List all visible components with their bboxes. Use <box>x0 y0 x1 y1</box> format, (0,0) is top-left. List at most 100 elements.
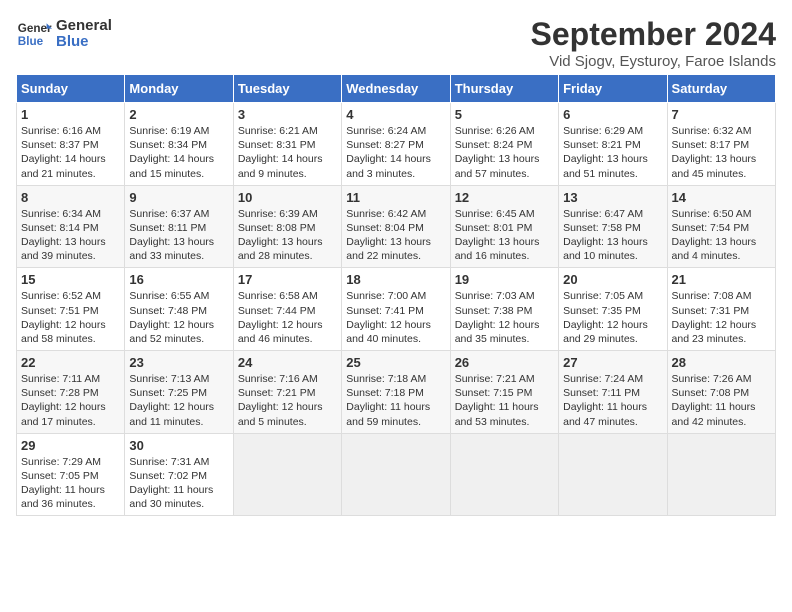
calendar-cell: 20Sunrise: 7:05 AM Sunset: 7:35 PM Dayli… <box>559 268 667 351</box>
col-header-wednesday: Wednesday <box>342 75 450 103</box>
calendar-body: 1 Sunrise: 6:16 AM Sunset: 8:37 PM Daylig… <box>17 103 776 516</box>
calendar-cell: 23Sunrise: 7:13 AM Sunset: 7:25 PM Dayli… <box>125 351 233 434</box>
day-number: 15 <box>21 272 120 287</box>
day-number: 16 <box>129 272 228 287</box>
day-number: 30 <box>129 438 228 453</box>
calendar-cell: 25 Sunrise: 7:18 AM Sunset: 7:18 PM Dayli… <box>342 351 450 434</box>
day-info: Sunrise: 6:26 AM Sunset: 8:24 PM Dayligh… <box>455 124 554 181</box>
day-info: Sunrise: 7:13 AM Sunset: 7:25 PM Dayligh… <box>129 372 228 429</box>
calendar-cell: 18Sunrise: 7:00 AM Sunset: 7:41 PM Dayli… <box>342 268 450 351</box>
day-number: 27 <box>563 355 662 370</box>
calendar-cell <box>559 433 667 516</box>
calendar-cell <box>233 433 341 516</box>
day-info: Sunrise: 7:11 AM Sunset: 7:28 PM Dayligh… <box>21 372 120 429</box>
calendar-cell <box>342 433 450 516</box>
day-info: Sunrise: 7:16 AM Sunset: 7:21 PM Dayligh… <box>238 372 337 429</box>
col-header-tuesday: Tuesday <box>233 75 341 103</box>
calendar-cell: 22 Sunrise: 7:11 AM Sunset: 7:28 PM Dayli… <box>17 351 125 434</box>
day-number: 8 <box>21 190 120 205</box>
day-info: Sunrise: 6:24 AM Sunset: 8:27 PM Dayligh… <box>346 124 445 181</box>
day-number: 14 <box>672 190 771 205</box>
day-number: 19 <box>455 272 554 287</box>
calendar-cell: 15Sunrise: 6:52 AM Sunset: 7:51 PM Dayli… <box>17 268 125 351</box>
calendar-cell: 2 Sunrise: 6:19 AM Sunset: 8:34 PM Daylig… <box>125 103 233 186</box>
day-info: Sunrise: 7:24 AM Sunset: 7:11 PM Dayligh… <box>563 372 662 429</box>
calendar-cell: 26 Sunrise: 7:21 AM Sunset: 7:15 PM Dayli… <box>450 351 558 434</box>
calendar-table: SundayMondayTuesdayWednesdayThursdayFrid… <box>16 74 776 516</box>
calendar-cell: 9 Sunrise: 6:37 AM Sunset: 8:11 PM Daylig… <box>125 185 233 268</box>
title-block: September 2024 Vid Sjogv, Eysturoy, Faro… <box>531 16 776 70</box>
logo: General Blue General Blue <box>16 16 112 52</box>
day-number: 6 <box>563 107 662 122</box>
day-number: 17 <box>238 272 337 287</box>
day-number: 3 <box>238 107 337 122</box>
day-number: 1 <box>21 107 120 122</box>
svg-text:Blue: Blue <box>18 35 44 48</box>
day-number: 10 <box>238 190 337 205</box>
day-number: 24 <box>238 355 337 370</box>
day-info: Sunrise: 6:21 AM Sunset: 8:31 PM Dayligh… <box>238 124 337 181</box>
day-info: Sunrise: 6:16 AM Sunset: 8:37 PM Dayligh… <box>21 124 120 181</box>
calendar-cell: 6 Sunrise: 6:29 AM Sunset: 8:21 PM Daylig… <box>559 103 667 186</box>
calendar-cell: 7 Sunrise: 6:32 AM Sunset: 8:17 PM Daylig… <box>667 103 775 186</box>
day-number: 22 <box>21 355 120 370</box>
calendar-cell: 30 Sunrise: 7:31 AM Sunset: 7:02 PM Dayli… <box>125 433 233 516</box>
calendar-cell <box>667 433 775 516</box>
day-info: Sunrise: 6:34 AM Sunset: 8:14 PM Dayligh… <box>21 207 120 264</box>
col-header-monday: Monday <box>125 75 233 103</box>
day-info: Sunrise: 6:37 AM Sunset: 8:11 PM Dayligh… <box>129 207 228 264</box>
logo-icon: General Blue <box>16 16 52 52</box>
calendar-cell: 3 Sunrise: 6:21 AM Sunset: 8:31 PM Daylig… <box>233 103 341 186</box>
col-header-thursday: Thursday <box>450 75 558 103</box>
calendar-cell: 27 Sunrise: 7:24 AM Sunset: 7:11 PM Dayli… <box>559 351 667 434</box>
day-info: Sunrise: 7:29 AM Sunset: 7:05 PM Dayligh… <box>21 455 120 512</box>
calendar-cell: 5 Sunrise: 6:26 AM Sunset: 8:24 PM Daylig… <box>450 103 558 186</box>
logo-general: General <box>56 18 112 35</box>
col-header-saturday: Saturday <box>667 75 775 103</box>
calendar-cell: 13 Sunrise: 6:47 AM Sunset: 7:58 PM Dayli… <box>559 185 667 268</box>
col-header-friday: Friday <box>559 75 667 103</box>
day-number: 18 <box>346 272 445 287</box>
calendar-cell: 12 Sunrise: 6:45 AM Sunset: 8:01 PM Dayli… <box>450 185 558 268</box>
calendar-cell: 28Sunrise: 7:26 AM Sunset: 7:08 PM Dayli… <box>667 351 775 434</box>
logo-blue: Blue <box>56 34 112 51</box>
day-info: Sunrise: 6:47 AM Sunset: 7:58 PM Dayligh… <box>563 207 662 264</box>
day-number: 9 <box>129 190 228 205</box>
week-row-4: 22 Sunrise: 7:11 AM Sunset: 7:28 PM Dayli… <box>17 351 776 434</box>
calendar-cell: 29Sunrise: 7:29 AM Sunset: 7:05 PM Dayli… <box>17 433 125 516</box>
day-info: Sunrise: 7:18 AM Sunset: 7:18 PM Dayligh… <box>346 372 445 429</box>
calendar-cell: 8 Sunrise: 6:34 AM Sunset: 8:14 PM Daylig… <box>17 185 125 268</box>
page-title: September 2024 <box>531 16 776 53</box>
calendar-cell: 1 Sunrise: 6:16 AM Sunset: 8:37 PM Daylig… <box>17 103 125 186</box>
day-info: Sunrise: 6:58 AM Sunset: 7:44 PM Dayligh… <box>238 289 337 346</box>
day-number: 7 <box>672 107 771 122</box>
day-number: 20 <box>563 272 662 287</box>
day-number: 25 <box>346 355 445 370</box>
calendar-cell: 16 Sunrise: 6:55 AM Sunset: 7:48 PM Dayli… <box>125 268 233 351</box>
day-number: 12 <box>455 190 554 205</box>
day-info: Sunrise: 7:21 AM Sunset: 7:15 PM Dayligh… <box>455 372 554 429</box>
day-info: Sunrise: 6:29 AM Sunset: 8:21 PM Dayligh… <box>563 124 662 181</box>
calendar-cell: 14Sunrise: 6:50 AM Sunset: 7:54 PM Dayli… <box>667 185 775 268</box>
day-info: Sunrise: 7:26 AM Sunset: 7:08 PM Dayligh… <box>672 372 771 429</box>
calendar-cell <box>450 433 558 516</box>
week-row-3: 15Sunrise: 6:52 AM Sunset: 7:51 PM Dayli… <box>17 268 776 351</box>
day-number: 26 <box>455 355 554 370</box>
day-info: Sunrise: 7:31 AM Sunset: 7:02 PM Dayligh… <box>129 455 228 512</box>
day-info: Sunrise: 6:42 AM Sunset: 8:04 PM Dayligh… <box>346 207 445 264</box>
day-info: Sunrise: 7:08 AM Sunset: 7:31 PM Dayligh… <box>672 289 771 346</box>
day-number: 2 <box>129 107 228 122</box>
day-info: Sunrise: 6:19 AM Sunset: 8:34 PM Dayligh… <box>129 124 228 181</box>
day-info: Sunrise: 6:45 AM Sunset: 8:01 PM Dayligh… <box>455 207 554 264</box>
day-number: 13 <box>563 190 662 205</box>
day-info: Sunrise: 7:03 AM Sunset: 7:38 PM Dayligh… <box>455 289 554 346</box>
page-header: General Blue General Blue September 2024… <box>16 16 776 70</box>
week-row-5: 29Sunrise: 7:29 AM Sunset: 7:05 PM Dayli… <box>17 433 776 516</box>
day-number: 5 <box>455 107 554 122</box>
day-info: Sunrise: 6:32 AM Sunset: 8:17 PM Dayligh… <box>672 124 771 181</box>
calendar-cell: 11Sunrise: 6:42 AM Sunset: 8:04 PM Dayli… <box>342 185 450 268</box>
col-header-sunday: Sunday <box>17 75 125 103</box>
day-number: 4 <box>346 107 445 122</box>
day-info: Sunrise: 6:55 AM Sunset: 7:48 PM Dayligh… <box>129 289 228 346</box>
calendar-cell: 10Sunrise: 6:39 AM Sunset: 8:08 PM Dayli… <box>233 185 341 268</box>
